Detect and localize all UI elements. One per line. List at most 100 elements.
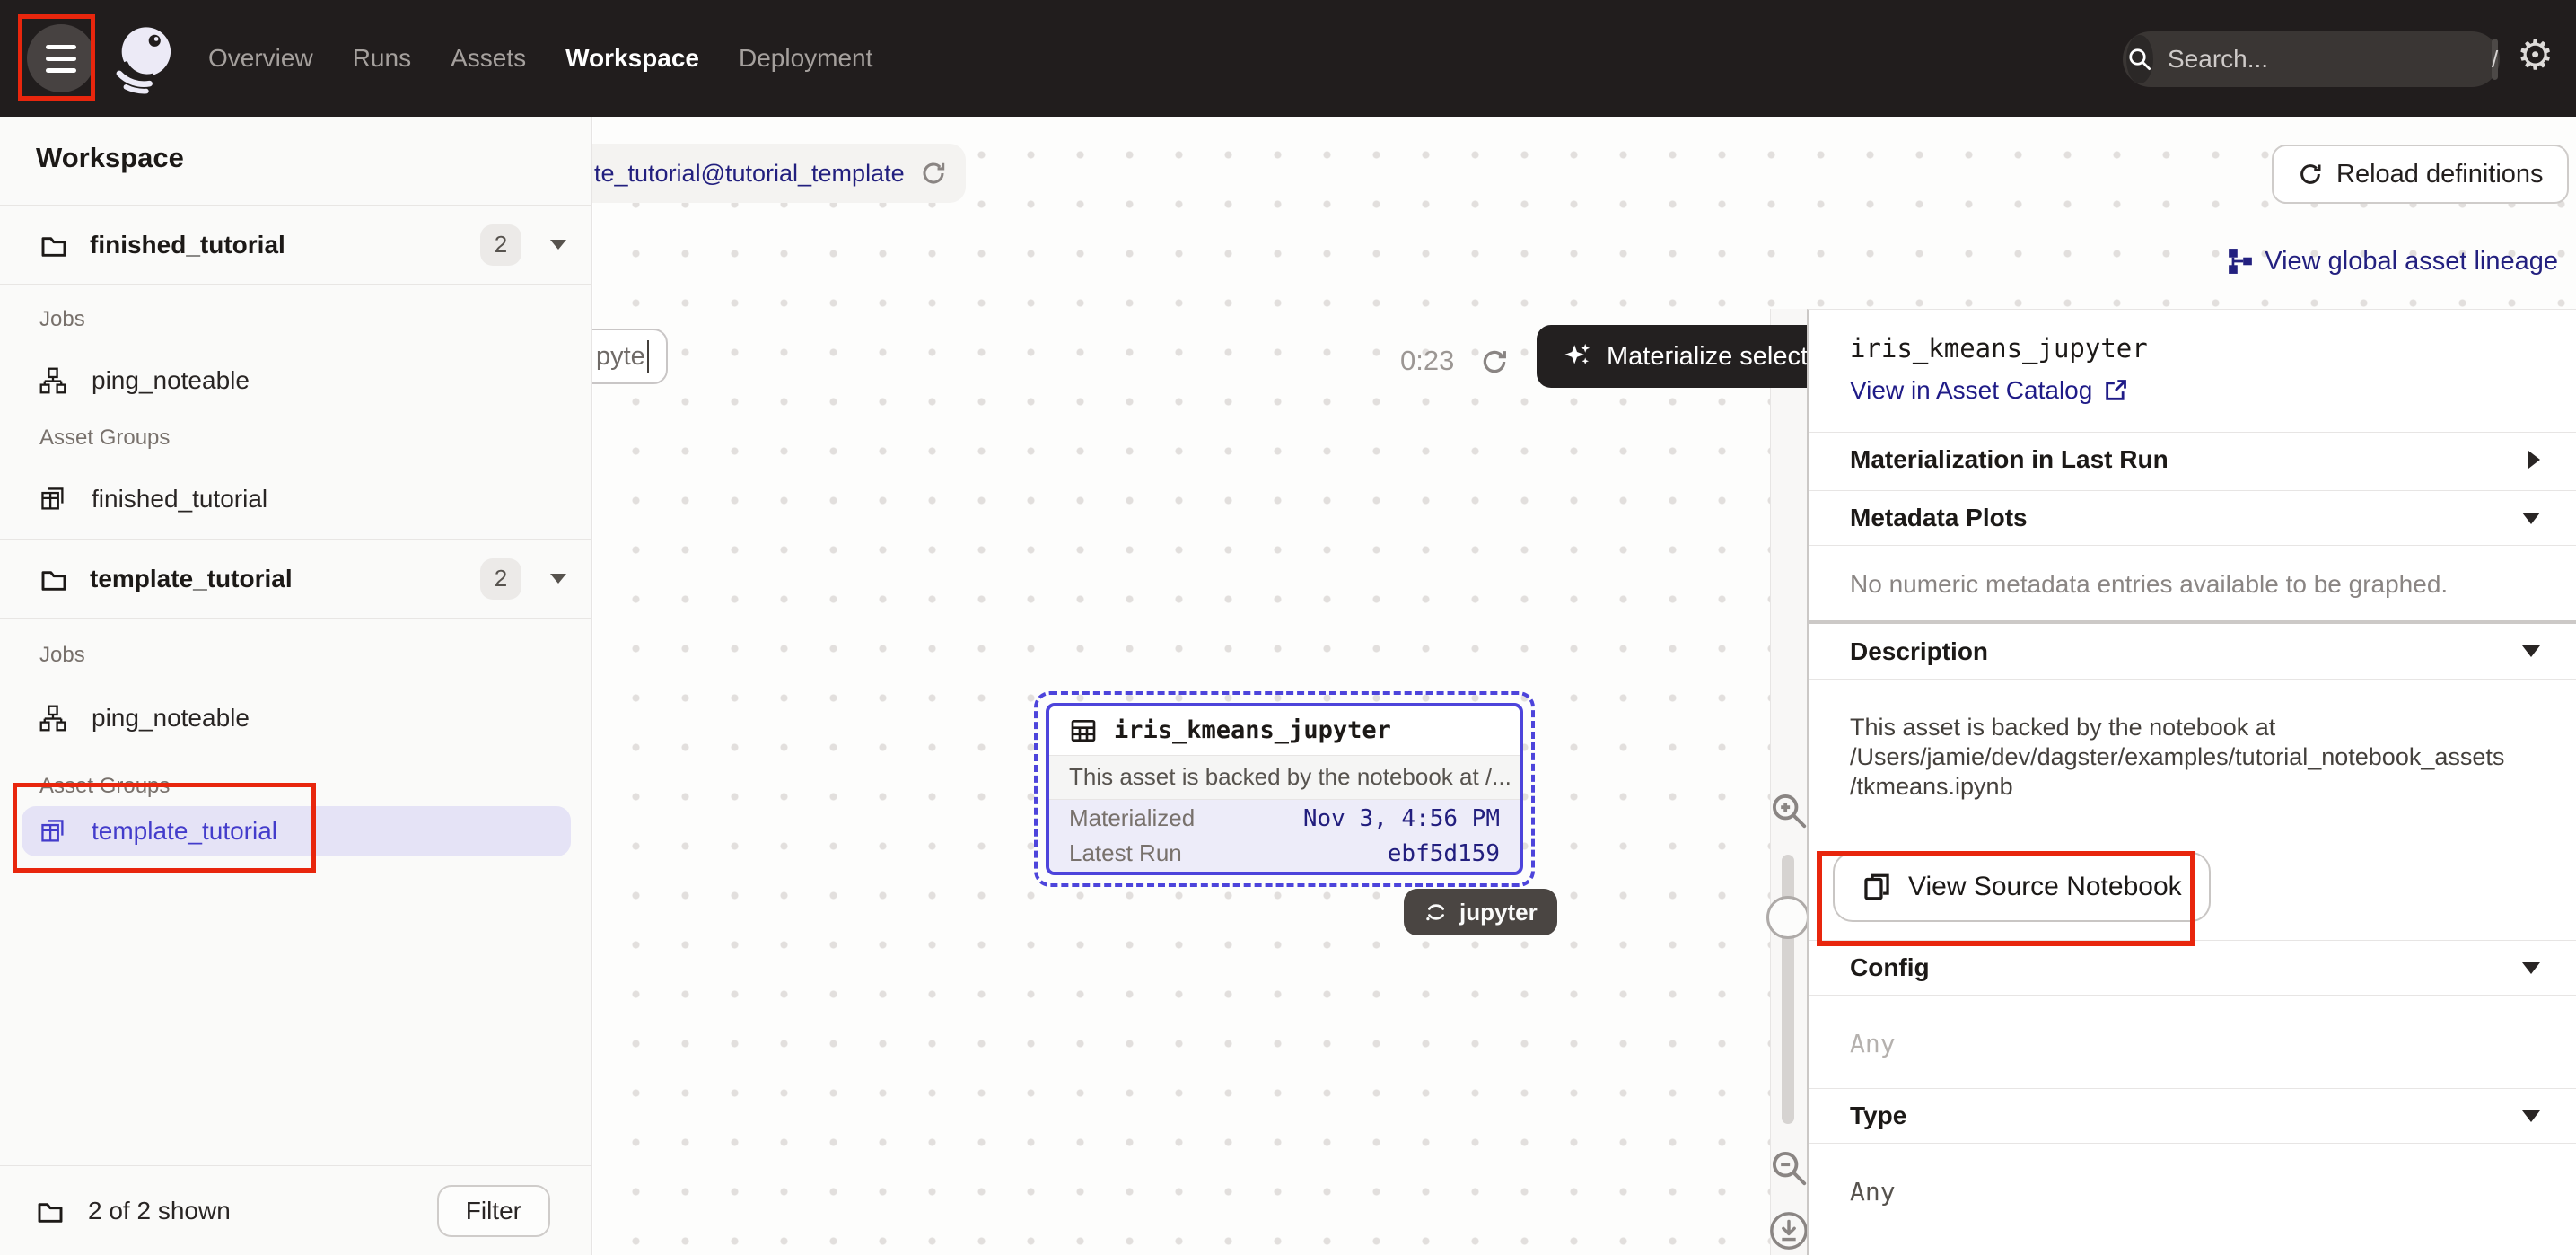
search-input[interactable] [2153,45,2492,74]
graph-refresh-icon[interactable] [1479,347,1510,377]
stat-row-materialized: Materialized Nov 3, 4:56 PM [1069,804,1500,832]
repo-row-finished-tutorial[interactable]: finished_tutorial 2 [0,206,591,284]
sparkles-icon [1562,341,1592,372]
stat-label: Materialized [1069,804,1195,832]
sidebar-title: Workspace [36,142,184,174]
section-label: Config [1850,953,1930,982]
reload-definitions-button[interactable]: Reload definitions [2272,145,2569,204]
jobs-section-label: Jobs [39,643,85,668]
job-icon [39,367,66,394]
nav-item-overview[interactable]: Overview [208,44,313,73]
view-in-asset-catalog-link[interactable]: View in Asset Catalog [1850,376,2128,405]
section-description[interactable]: Description [1809,624,2576,680]
chevron-down-icon[interactable] [550,574,566,584]
stat-label: Latest Run [1069,839,1182,867]
asset-group-name: template_tutorial [92,817,277,846]
chevron-down-icon [2522,1110,2540,1122]
reload-icon [2297,161,2324,188]
text-cursor [647,340,649,373]
zoom-in-icon[interactable] [1768,790,1809,831]
refresh-timer: 0:23 [1400,345,1454,377]
zoom-out-icon[interactable] [1768,1147,1809,1189]
chevron-down-icon [2522,645,2540,657]
filter-button[interactable]: Filter [437,1185,550,1237]
stat-value[interactable]: ebf5d159 [1388,840,1500,867]
type-value: Any [1809,1146,2576,1236]
section-materialization-in-last-run[interactable]: Materialization in Last Run [1809,432,2576,487]
description-text: This asset is backed by the notebook at … [1809,682,2545,823]
divider [0,618,592,619]
repo-name: template_tutorial [90,565,293,593]
zoom-slider-track[interactable] [1782,855,1794,1124]
search-shortcut-badge: / [2492,39,2498,80]
reload-location-icon[interactable] [919,159,948,188]
asset-node-selection-outline[interactable]: iris_kmeans_jupyter This asset is backed… [1034,691,1535,887]
asset-groups-section-label: Asset Groups [39,774,170,799]
sidebar-item-job-ping-noteable-2[interactable]: ping_noteable [0,693,591,743]
stat-value[interactable]: Nov 3, 4:56 PM [1303,805,1500,832]
section-type[interactable]: Type [1809,1088,2576,1144]
nav-item-runs[interactable]: Runs [353,44,411,73]
nav-item-deployment[interactable]: Deployment [739,44,872,73]
section-metadata-plots[interactable]: Metadata Plots [1809,490,2576,546]
asset-node[interactable]: iris_kmeans_jupyter This asset is backed… [1046,703,1523,875]
dagster-logo-icon [104,18,185,99]
code-location-name: te_tutorial@tutorial_template [594,160,905,188]
graph-filter-text: pyte [596,342,645,372]
jupyter-icon [1424,900,1449,925]
repo-row-template-tutorial[interactable]: template_tutorial 2 [0,540,591,618]
repo-name: finished_tutorial [90,231,285,259]
panel-asset-title: iris_kmeans_jupyter [1850,333,2535,364]
lineage-icon [2227,248,2254,275]
filter-button-label: Filter [466,1197,521,1225]
jupyter-tag[interactable]: jupyter [1404,889,1557,935]
catalog-link-label: View in Asset Catalog [1850,376,2092,405]
chevron-down-icon[interactable] [550,240,566,250]
section-config[interactable]: Config [1809,940,2576,996]
hamburger-icon [46,45,76,49]
job-name: ping_noteable [92,366,250,395]
lineage-link-label: View global asset lineage [2265,247,2558,276]
view-source-notebook-button[interactable]: View Source Notebook [1833,852,2211,922]
asset-node-description: This asset is backed by the notebook at … [1049,755,1520,800]
job-name: ping_noteable [92,704,250,733]
settings-gear-icon[interactable]: ⚙ [2517,34,2554,75]
view-global-asset-lineage-link[interactable]: View global asset lineage [2227,241,2558,282]
asset-node-title: iris_kmeans_jupyter [1114,716,1391,744]
config-value: Any [1809,998,2576,1088]
reload-definitions-label: Reload definitions [2336,160,2544,189]
nav-item-workspace[interactable]: Workspace [565,44,699,73]
hamburger-menu-button[interactable] [27,24,95,92]
materialize-selected-label: Materialize selected [1607,342,1836,372]
folder-icon [36,1197,65,1225]
asset-node-stats: Materialized Nov 3, 4:56 PM Latest Run e… [1049,800,1520,872]
nav-links: Overview Runs Assets Workspace Deploymen… [208,0,872,117]
section-label: Description [1850,637,1988,666]
asset-details-panel: iris_kmeans_jupyter View in Asset Catalo… [1807,309,2576,1255]
job-icon [39,705,66,732]
external-link-icon [2103,378,2128,403]
metadata-empty-message: No numeric metadata entries available to… [1809,549,2576,620]
download-image-icon[interactable] [1768,1210,1809,1251]
chevron-down-icon [2522,962,2540,974]
jupyter-tag-label: jupyter [1459,899,1538,926]
asset-group-icon [39,818,66,845]
top-nav: Overview Runs Assets Workspace Deploymen… [0,0,2576,117]
nav-item-assets[interactable]: Assets [451,44,526,73]
section-label: Type [1850,1101,1906,1130]
section-label: Materialization in Last Run [1850,445,2169,474]
sidebar-item-group-finished-tutorial[interactable]: finished_tutorial [0,474,591,524]
stat-row-latest-run: Latest Run ebf5d159 [1069,839,1500,867]
search-icon [2126,35,2153,83]
asset-groups-section-label: Asset Groups [39,426,170,451]
notebook-copy-icon [1862,872,1892,902]
code-location-chip[interactable]: te_tutorial@tutorial_template [574,144,966,203]
sidebar-footer: 2 of 2 shown Filter [0,1165,591,1255]
zoom-slider-thumb[interactable] [1766,896,1809,939]
global-search[interactable]: / [2123,31,2500,87]
shown-count-label: 2 of 2 shown [88,1197,231,1225]
sidebar-item-job-ping-noteable[interactable]: ping_noteable [0,355,591,406]
jobs-section-label: Jobs [39,307,85,332]
table-icon [1069,716,1098,745]
sidebar-item-group-template-tutorial[interactable]: template_tutorial [22,806,571,856]
